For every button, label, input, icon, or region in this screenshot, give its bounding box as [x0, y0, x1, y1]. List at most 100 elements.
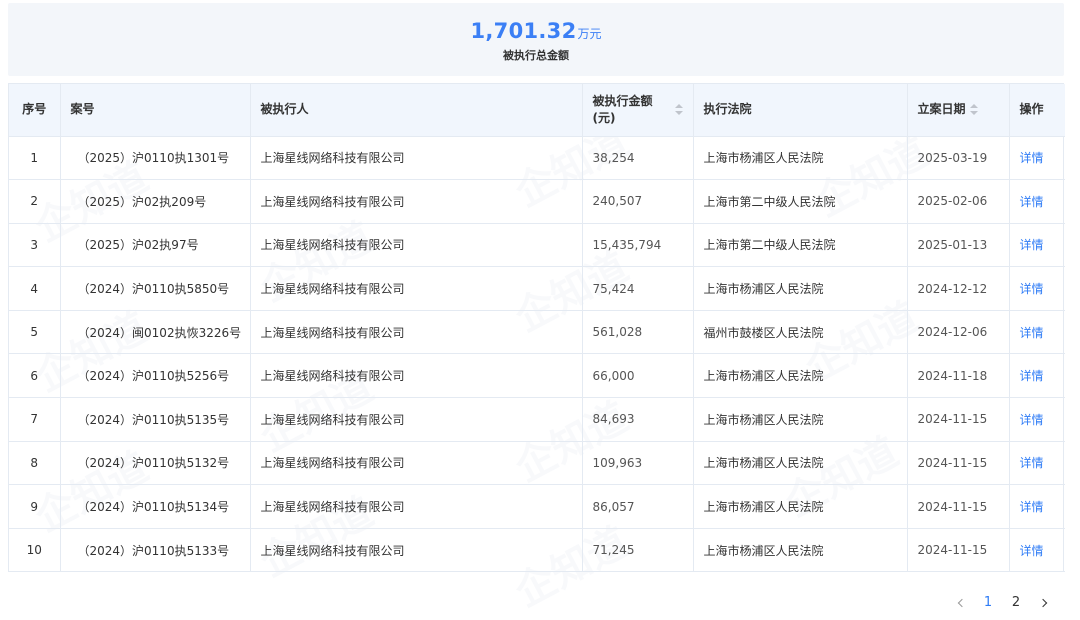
- cell-case-no: （2024）沪0110执5135号: [60, 397, 251, 442]
- header-amount[interactable]: 被执行金额(元): [582, 84, 694, 137]
- enforcement-table: 序号 案号 被执行人 被执行金额(元) 执行法院 立案日期 操作 1 （2025…: [9, 84, 1065, 573]
- cell-amount: 38,254: [582, 136, 694, 181]
- chevron-right-icon: [1038, 598, 1047, 608]
- detail-link[interactable]: 详情: [1020, 326, 1044, 340]
- detail-link[interactable]: 详情: [1020, 413, 1044, 427]
- page-2-button[interactable]: 2: [1002, 593, 1030, 613]
- table-row: 4 （2024）沪0110执5850号 上海星线网络科技有限公司 75,424 上海市杨…: [9, 266, 1065, 311]
- table-row: 7 （2024）沪0110执5135号 上海星线网络科技有限公司 84,693 上海市杨…: [9, 397, 1065, 442]
- cell-court: 上海市杨浦区人民法院: [693, 136, 908, 181]
- cell-filing-date: 2024-11-15: [907, 441, 1010, 486]
- prev-page-button[interactable]: [946, 593, 974, 613]
- cell-court: 上海市杨浦区人民法院: [693, 441, 908, 486]
- cell-index: 2: [9, 179, 61, 224]
- cell-party: 上海星线网络科技有限公司: [250, 266, 583, 311]
- cell-case-no: （2024）沪0110执5134号: [60, 484, 251, 529]
- cell-amount: 71,245: [582, 528, 694, 573]
- cell-filing-date: 2025-03-19: [907, 136, 1010, 181]
- table-row: 5 （2024）闽0102执恢3226号 上海星线网络科技有限公司 561,028 福州…: [9, 310, 1065, 355]
- cell-party: 上海星线网络科技有限公司: [250, 397, 583, 442]
- detail-link[interactable]: 详情: [1020, 151, 1044, 165]
- cell-action: 详情: [1009, 397, 1065, 442]
- total-amount-summary: 1,701.32万元 被执行总金额: [8, 3, 1064, 76]
- cell-amount: 75,424: [582, 266, 694, 311]
- cell-action: 详情: [1009, 353, 1065, 399]
- cell-case-no: （2025）沪02执97号: [60, 223, 251, 268]
- cell-court: 福州市鼓楼区人民法院: [693, 310, 908, 355]
- cell-court: 上海市杨浦区人民法院: [693, 353, 908, 399]
- cell-court: 上海市杨浦区人民法院: [693, 266, 908, 311]
- next-page-button[interactable]: [1030, 593, 1058, 613]
- table-row: 9 （2024）沪0110执5134号 上海星线网络科技有限公司 86,057 上海市杨…: [9, 484, 1065, 529]
- summary-amount-row: 1,701.32万元: [8, 17, 1064, 45]
- cell-filing-date: 2025-01-13: [907, 223, 1010, 268]
- cell-action: 详情: [1009, 223, 1065, 268]
- cell-party: 上海星线网络科技有限公司: [250, 528, 583, 573]
- cell-amount: 84,693: [582, 397, 694, 442]
- cell-court: 上海市第二中级人民法院: [693, 179, 908, 224]
- cell-index: 10: [9, 528, 61, 573]
- cell-action: 详情: [1009, 266, 1065, 311]
- table-row: 3 （2025）沪02执97号 上海星线网络科技有限公司 15,435,794 上海市第…: [9, 223, 1065, 268]
- cell-amount: 86,057: [582, 484, 694, 529]
- cell-court: 上海市杨浦区人民法院: [693, 528, 908, 573]
- cell-action: 详情: [1009, 136, 1065, 181]
- total-amount-unit: 万元: [577, 27, 602, 41]
- header-court: 执行法院: [693, 84, 908, 137]
- cell-court: 上海市杨浦区人民法院: [693, 484, 908, 529]
- header-party: 被执行人: [250, 84, 583, 137]
- cell-party: 上海星线网络科技有限公司: [250, 179, 583, 224]
- cell-filing-date: 2025-02-06: [907, 179, 1010, 224]
- detail-link[interactable]: 详情: [1020, 282, 1044, 296]
- cell-case-no: （2024）沪0110执5256号: [60, 353, 251, 399]
- table-header-row: 序号 案号 被执行人 被执行金额(元) 执行法院 立案日期 操作: [9, 84, 1065, 137]
- cell-case-no: （2024）闽0102执恢3226号: [60, 310, 251, 355]
- cell-index: 5: [9, 310, 61, 355]
- detail-link[interactable]: 详情: [1020, 456, 1044, 470]
- cell-index: 1: [9, 136, 61, 181]
- cell-party: 上海星线网络科技有限公司: [250, 136, 583, 181]
- cell-filing-date: 2024-12-06: [907, 310, 1010, 355]
- table-row: 10 （2024）沪0110执5133号 上海星线网络科技有限公司 71,245 上海市…: [9, 528, 1065, 573]
- cell-filing-date: 2024-11-15: [907, 484, 1010, 529]
- cell-filing-date: 2024-11-15: [907, 528, 1010, 573]
- cell-index: 4: [9, 266, 61, 311]
- cell-amount: 109,963: [582, 441, 694, 486]
- cell-party: 上海星线网络科技有限公司: [250, 353, 583, 399]
- table-body: 1 （2025）沪0110执1301号 上海星线网络科技有限公司 38,254 上海市杨…: [9, 136, 1065, 573]
- cell-party: 上海星线网络科技有限公司: [250, 441, 583, 486]
- cell-case-no: （2024）沪0110执5133号: [60, 528, 251, 573]
- sort-icon[interactable]: [969, 104, 978, 116]
- header-action: 操作: [1009, 84, 1065, 137]
- chevron-left-icon: [957, 598, 966, 608]
- cell-index: 7: [9, 397, 61, 442]
- table-row: 2 （2025）沪02执209号 上海星线网络科技有限公司 240,507 上海市第二中…: [9, 179, 1065, 224]
- page-1-button[interactable]: 1: [974, 593, 1002, 613]
- sort-icon[interactable]: [674, 104, 683, 116]
- cell-party: 上海星线网络科技有限公司: [250, 310, 583, 355]
- cell-party: 上海星线网络科技有限公司: [250, 223, 583, 268]
- cell-filing-date: 2024-11-15: [907, 397, 1010, 442]
- cell-amount: 66,000: [582, 353, 694, 399]
- cell-filing-date: 2024-11-18: [907, 353, 1010, 399]
- cell-court: 上海市杨浦区人民法院: [693, 397, 908, 442]
- header-amount-label: 被执行金额(元): [592, 93, 653, 125]
- detail-link[interactable]: 详情: [1020, 544, 1044, 558]
- detail-link[interactable]: 详情: [1020, 500, 1044, 514]
- detail-link[interactable]: 详情: [1020, 369, 1044, 383]
- total-amount-value: 1,701.32: [470, 19, 577, 43]
- pagination: 1 2: [946, 593, 1058, 613]
- cell-party: 上海星线网络科技有限公司: [250, 484, 583, 529]
- cell-action: 详情: [1009, 310, 1065, 355]
- cell-case-no: （2024）沪0110执5850号: [60, 266, 251, 311]
- cell-amount: 561,028: [582, 310, 694, 355]
- detail-link[interactable]: 详情: [1020, 195, 1044, 209]
- table-row: 1 （2025）沪0110执1301号 上海星线网络科技有限公司 38,254 上海市杨…: [9, 136, 1065, 181]
- header-filing-date[interactable]: 立案日期: [907, 84, 1010, 137]
- cell-amount: 15,435,794: [582, 223, 694, 268]
- cell-case-no: （2024）沪0110执5132号: [60, 441, 251, 486]
- cell-case-no: （2025）沪02执209号: [60, 179, 251, 224]
- cell-action: 详情: [1009, 484, 1065, 529]
- cell-amount: 240,507: [582, 179, 694, 224]
- detail-link[interactable]: 详情: [1020, 238, 1044, 252]
